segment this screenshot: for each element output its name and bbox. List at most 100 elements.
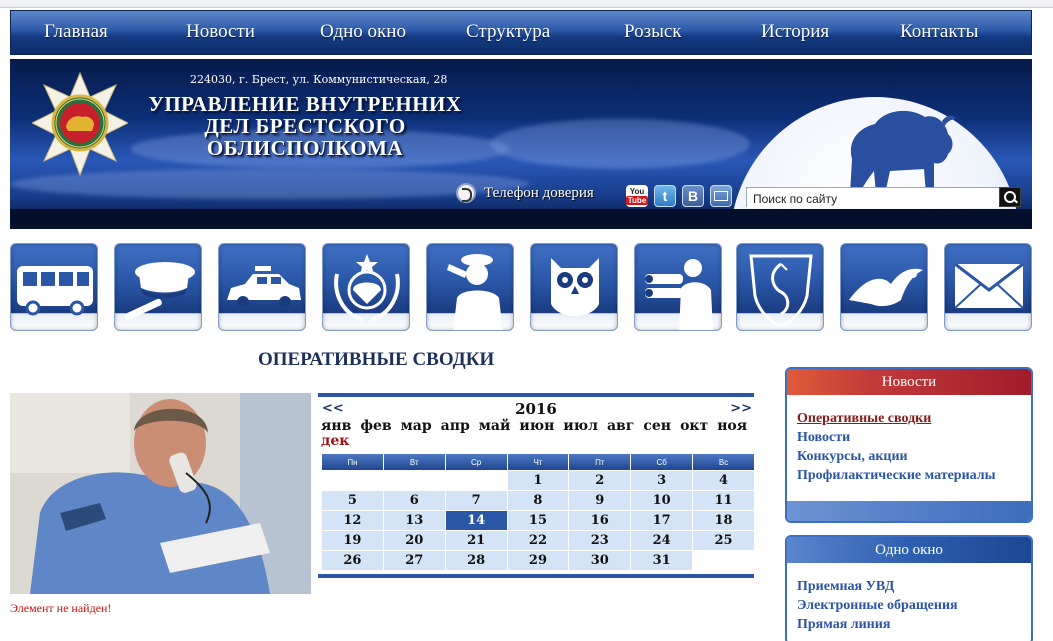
news-link-contests[interactable]: Конкурсы, акции	[797, 447, 1031, 466]
calendar-month[interactable]: фев	[360, 418, 391, 434]
nav-item-structure[interactable]: Структура	[466, 21, 550, 43]
calendar-day[interactable]: 21	[445, 531, 507, 550]
calendar-month[interactable]: май	[479, 418, 511, 434]
calendar-day[interactable]: 28	[445, 551, 507, 570]
calendar-week-row: 12 13 14 15 16 17 18	[322, 511, 754, 530]
calendar-month[interactable]: авг	[607, 418, 634, 434]
snake-shield-icon[interactable]	[736, 243, 824, 331]
one-window-link-direct-line[interactable]: Прямая линия	[797, 615, 1031, 634]
nav-item-home[interactable]: Главная	[44, 21, 108, 43]
calendar-day[interactable]: 2	[569, 471, 631, 490]
calendar-day[interactable]: 3	[631, 471, 693, 490]
calendar-day[interactable]: 31	[631, 551, 693, 570]
calendar-month[interactable]: янв	[321, 418, 351, 434]
calendar-day[interactable]: 4	[693, 471, 754, 490]
nav-item-wanted[interactable]: Розыск	[624, 21, 682, 43]
search-input[interactable]	[747, 190, 1000, 208]
calendar-month[interactable]: окт	[680, 418, 708, 434]
calendar-day[interactable]: 11	[693, 491, 754, 510]
calendar-day[interactable]: 26	[322, 551, 383, 570]
calendar-day[interactable]: 19	[322, 531, 383, 550]
saluting-officer-icon[interactable]	[426, 243, 514, 331]
one-window-panel: Одно окно Приемная УВД Электронные обращ…	[785, 535, 1033, 641]
traffic-police-cap-icon[interactable]	[114, 243, 202, 331]
officer-on-phone-photo	[10, 393, 311, 594]
news-panel-links: Оперативные сводки Новости Конкурсы, акц…	[787, 395, 1031, 485]
youtube-icon[interactable]: You Tube	[625, 185, 649, 207]
calendar-day[interactable]: 27	[383, 551, 445, 570]
calendar-month[interactable]: июл	[563, 418, 598, 434]
police-car-icon[interactable]	[218, 243, 306, 331]
calendar-day[interactable]: 13	[383, 511, 445, 530]
police-emblem-icon	[32, 71, 128, 177]
twitter-icon[interactable]: t	[654, 185, 676, 207]
calendar-day-today[interactable]: 14	[445, 511, 507, 530]
news-link-operational-reports[interactable]: Оперативные сводки	[797, 409, 1031, 428]
calendar-year: 2016	[515, 400, 557, 418]
calendar-day[interactable]: 6	[383, 491, 445, 510]
calendar-empty-cell	[693, 551, 754, 570]
organization-title: УПРАВЛЕНИЕ ВНУТРЕННИХ ДЕЛ БРЕСТСКОГО ОБЛ…	[130, 93, 480, 159]
calendar-empty-cell	[384, 471, 445, 490]
calendar-next-year-button[interactable]: >>	[730, 401, 752, 416]
coat-of-arms-icon[interactable]	[322, 243, 410, 331]
calendar-day[interactable]: 23	[569, 531, 631, 550]
search-box	[746, 187, 1001, 208]
calendar-day[interactable]: 16	[569, 511, 631, 530]
calendar-weekday: Пт	[569, 454, 631, 470]
calendar-month[interactable]: июн	[519, 418, 554, 434]
calendar-day[interactable]: 12	[322, 511, 383, 530]
calendar-day[interactable]: 10	[631, 491, 693, 510]
binoculars-icon[interactable]	[634, 243, 722, 331]
owl-icon[interactable]	[530, 243, 618, 331]
calendar-day[interactable]: 5	[322, 491, 383, 510]
calendar-weekday-row: Пн Вт Ср Чт Пт Сб Вс	[322, 454, 754, 470]
calendar-month[interactable]: ноя	[717, 418, 747, 434]
calendar-day[interactable]: 18	[693, 511, 754, 530]
calendar-day[interactable]: 29	[507, 551, 569, 570]
calendar-month[interactable]: сен	[643, 418, 671, 434]
calendar-day[interactable]: 15	[507, 511, 569, 530]
banner-ground	[10, 209, 1032, 229]
one-window-link-reception[interactable]: Приемная УВД	[797, 577, 1031, 596]
calendar-grid: Пн Вт Ср Чт Пт Сб Вс 1 2 3 4 5 6 7 8 9 10 11 12 13 14…	[321, 453, 755, 571]
mail-icon[interactable]	[710, 185, 732, 207]
calendar-day[interactable]: 30	[569, 551, 631, 570]
envelope-icon[interactable]	[944, 243, 1032, 331]
calendar-month-list: янв фев мар апр май июн июл авг сен окт ноя дек	[318, 419, 754, 449]
calendar-week-row: 1234	[322, 471, 754, 490]
calendar-month[interactable]: апр	[441, 418, 470, 434]
news-link-news[interactable]: Новости	[797, 428, 1031, 447]
calendar-day[interactable]: 8	[507, 491, 569, 510]
calendar-day[interactable]: 1	[507, 471, 569, 490]
calendar-day[interactable]: 17	[631, 511, 693, 530]
calendar-day[interactable]: 25	[693, 531, 754, 550]
news-link-prevention[interactable]: Профилактические материалы	[797, 466, 1031, 485]
one-window-link-e-appeals[interactable]: Электронные обращения	[797, 596, 1031, 615]
search-button[interactable]	[999, 187, 1021, 207]
calendar-week-row: 26 27 28 29 30 31	[322, 551, 754, 570]
calendar-day[interactable]: 7	[445, 491, 507, 510]
calendar-week-row: 5 6 7 8 9 10 11	[322, 491, 754, 510]
news-panel: Новости Оперативные сводки Новости Конку…	[785, 367, 1033, 523]
calendar-day[interactable]: 24	[631, 531, 693, 550]
hotline-link[interactable]: Телефон доверия	[456, 183, 594, 203]
calendar-day[interactable]: 9	[569, 491, 631, 510]
nav-item-contacts[interactable]: Контакты	[900, 21, 978, 43]
header-address: 224030, г. Брест, ул. Коммунистическая, …	[190, 73, 448, 86]
eagle-icon[interactable]	[840, 243, 928, 331]
bus-icon[interactable]	[10, 243, 98, 331]
calendar-day[interactable]: 20	[383, 531, 445, 550]
youtube-icon-top-text: You	[629, 187, 645, 196]
calendar-day[interactable]: 22	[507, 531, 569, 550]
calendar-widget: << 2016 >> янв фев мар апр май июн июл авг сен ок…	[318, 393, 754, 578]
calendar-bottom-bar	[318, 574, 754, 578]
nav-item-news[interactable]: Новости	[186, 21, 255, 43]
nav-item-one-window[interactable]: Одно окно	[320, 21, 406, 43]
calendar-month[interactable]: мар	[401, 418, 432, 434]
vk-icon[interactable]: B	[682, 185, 704, 207]
nav-item-history[interactable]: История	[761, 21, 829, 43]
calendar-empty-cell	[446, 471, 507, 490]
one-window-panel-links: Приемная УВД Электронные обращения Пряма…	[787, 563, 1031, 634]
calendar-month-active[interactable]: дек	[321, 433, 349, 449]
